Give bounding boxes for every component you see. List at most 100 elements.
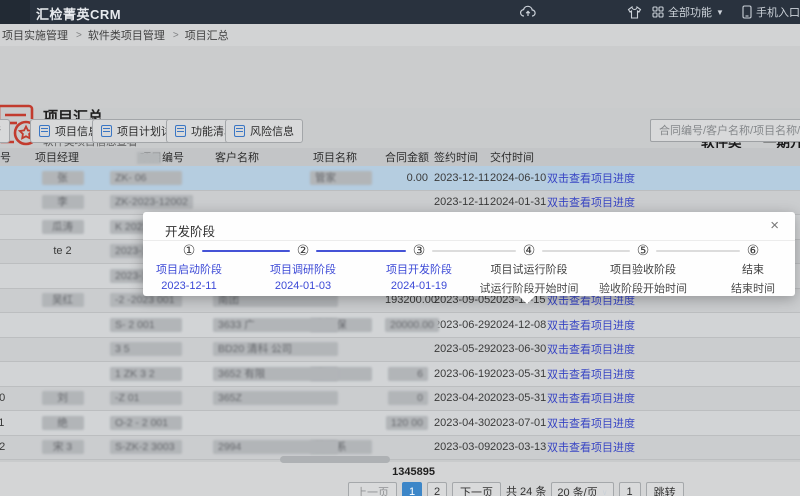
theme-skin-icon[interactable]: [627, 0, 642, 24]
cell-num: 9: [0, 368, 15, 380]
popover-arrow: [519, 296, 535, 304]
view-progress-link[interactable]: 双击查看项目进度: [547, 442, 635, 454]
cell-customer: 365Z: [213, 391, 310, 405]
cell-action: 双击查看项目进度: [547, 317, 647, 333]
close-icon[interactable]: ×: [770, 218, 779, 234]
cell-manager: 刘: [15, 391, 110, 405]
cell-sign: 2023-12-11: [428, 196, 478, 208]
dev-phase-popover: 开发阶段 × ①项目启动阶段2023-12-11②项目调研阶段2024-01-0…: [143, 212, 795, 296]
cell-customer: [213, 172, 310, 184]
row-number: 11: [0, 417, 4, 429]
cell-customer: 3633 广: [213, 318, 310, 332]
cell-sign: 2023-09-05: [428, 294, 478, 306]
view-progress-link[interactable]: 双击查看项目进度: [547, 197, 635, 209]
cell-customer: [213, 417, 310, 429]
cell-code: S-ZK-2 3003: [110, 440, 213, 454]
cell-deliver: 2024-06-10: [478, 172, 533, 184]
view-progress-link[interactable]: 双击查看项目进度: [547, 320, 635, 332]
col-header-manager: 项目经理: [15, 149, 110, 165]
cell-deliver: 2023-05-31: [478, 368, 533, 380]
col-header-code: 项目编号: [110, 149, 213, 165]
cell-customer: 3652 有限: [213, 367, 310, 381]
redacted-manager: 宋 3: [42, 440, 84, 454]
redacted-code: ZK-2023-12002: [110, 195, 193, 209]
detail-button[interactable]: 详情: [0, 119, 10, 143]
redacted-code: 1 ZK 3 2: [110, 367, 182, 381]
cell-sign: 2023-05-29: [428, 343, 478, 355]
cell-name: [310, 417, 385, 429]
table-row[interactable]: 11绝O-2 - 2 001120 002023-04-302023-07-01…: [0, 411, 800, 436]
table-row[interactable]: 83 5BD20 清科 公司2023-05-292023-06-30双击查看项目…: [0, 338, 800, 363]
cell-amount: 120 00: [385, 416, 428, 430]
redacted-manager: 瓜涛: [42, 220, 84, 234]
table-row[interactable]: 10刘-Z 01365Z02023-04-202023-05-31双击查看项目进…: [0, 387, 800, 412]
cell-action: 双击查看项目进度: [547, 390, 647, 406]
next-page-button[interactable]: 下一页: [452, 482, 501, 496]
cell-num: 7: [0, 319, 15, 331]
cell-code: 1 ZK 3 2: [110, 367, 213, 381]
cell-manager: 李: [15, 195, 110, 209]
toolbar-button-4[interactable]: 风险信息: [225, 119, 303, 143]
cell-num: 6: [0, 294, 15, 306]
table-row[interactable]: 91 ZK 3 23652 有限庠62023-06-192023-05-31双击…: [0, 362, 800, 387]
cell-num: 12: [0, 441, 15, 453]
redacted-customer: BD20 清科 公司: [213, 342, 338, 356]
cell-manager: 吴红: [15, 293, 110, 307]
redacted-customer: 2994: [213, 440, 338, 454]
view-progress-link[interactable]: 双击查看项目进度: [547, 418, 635, 430]
horizontal-scrollbar[interactable]: [280, 456, 390, 463]
view-progress-link[interactable]: 双击查看项目进度: [547, 369, 635, 381]
page-button-2[interactable]: 2: [427, 482, 447, 496]
cell-num: 8: [0, 343, 15, 355]
search-input[interactable]: [650, 119, 800, 142]
cell-sign: 2023-12-11: [428, 172, 478, 184]
cell-num: 1: [0, 172, 15, 184]
cell-customer: 2994: [213, 440, 310, 454]
col-header-num: 号: [0, 149, 15, 165]
app-title: 汇检菁英CRM: [36, 4, 121, 23]
risk-info-icon: [234, 125, 245, 137]
redacted-amount: 120 00: [386, 416, 428, 430]
view-progress-link[interactable]: 双击查看项目进度: [547, 295, 635, 307]
breadcrumb-item[interactable]: 项目汇总: [181, 27, 233, 43]
page-header: 项目汇总 软件类项目信息查看 软件类 一期开发: [0, 46, 800, 108]
mobile-entry-label: 手机入口: [756, 4, 800, 20]
cell-manager: [15, 343, 110, 355]
cell-name: 管家: [310, 171, 385, 185]
pagination: 上一页12下一页共 24 条20 条/页∨跳转: [348, 482, 684, 496]
cell-amount: 193200.00: [385, 294, 428, 306]
step-value: 2024-01-03: [238, 280, 368, 292]
sidebar-toggle[interactable]: [0, 0, 30, 24]
view-progress-link[interactable]: 双击查看项目进度: [547, 173, 635, 185]
view-progress-link[interactable]: 双击查看项目进度: [547, 344, 635, 356]
breadcrumb: 项目实施管理>软件类项目管理>项目汇总: [0, 24, 800, 46]
feature-list-icon: [175, 125, 186, 137]
apps-grid-icon: [652, 6, 664, 18]
page-button-1[interactable]: 1: [402, 482, 422, 496]
mobile-entry[interactable]: 手机入口: [742, 0, 800, 24]
jump-button[interactable]: 跳转: [646, 482, 684, 496]
redacted-code: 3 5: [110, 342, 182, 356]
popover-title: 开发阶段: [165, 221, 215, 240]
table-row[interactable]: 7S- 2 0013633 广市连保20000.002023-06-292024…: [0, 313, 800, 338]
cell-code: ZK-2023-12002: [110, 195, 213, 209]
cell-customer: BD20 清科 公司: [213, 342, 310, 356]
breadcrumb-item[interactable]: 项目实施管理: [0, 27, 72, 43]
table-body: 1张ZK- 06管家0.002023-12-112024-06-10双击查看项目…: [0, 166, 800, 460]
prev-page-button[interactable]: 上一页: [348, 482, 397, 496]
cell-amount: 6: [385, 367, 428, 381]
jump-page-input[interactable]: [619, 482, 641, 496]
all-functions-menu[interactable]: 全部功能 ▼: [652, 0, 724, 24]
cell-manager: [15, 368, 110, 380]
table-row[interactable]: 12宋 3S-ZK-2 30032994管理系2023-03-092023-03…: [0, 436, 800, 461]
col-header-deliver: 交付时间: [478, 149, 533, 165]
cell-action: 双击查看项目进度: [547, 194, 647, 210]
col-header-customer: 客户名称: [213, 149, 310, 165]
cell-manager: [15, 270, 110, 282]
breadcrumb-item[interactable]: 软件类项目管理: [84, 27, 169, 43]
page-size-select[interactable]: 20 条/页∨: [551, 482, 613, 496]
table-row[interactable]: 1张ZK- 06管家0.002023-12-112024-06-10双击查看项目…: [0, 166, 800, 191]
cell-manager: 张: [15, 171, 110, 185]
view-progress-link[interactable]: 双击查看项目进度: [547, 393, 635, 405]
cloud-upload-icon[interactable]: [520, 0, 536, 24]
